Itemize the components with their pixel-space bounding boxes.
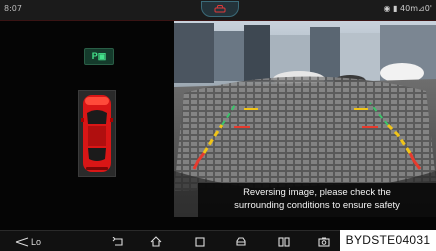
notification-pull-tab[interactable] xyxy=(201,1,239,17)
recents-icon xyxy=(195,236,205,247)
home-icon xyxy=(150,236,162,247)
car-settings-icon xyxy=(236,237,246,246)
notice-line-1: Reversing image, please check the xyxy=(243,187,391,198)
status-bar: 8:07 ◉ ▮ 40m⊿0' xyxy=(0,0,436,21)
reversing-safety-notice: Reversing image, please check the surrou… xyxy=(198,183,436,217)
clock: 8:07 xyxy=(4,4,22,13)
car-settings-button[interactable] xyxy=(233,234,249,249)
home-button[interactable] xyxy=(148,234,164,249)
vehicle-top-view xyxy=(78,90,116,177)
screen: 8:07 ◉ ▮ 40m⊿0' P▣ Reversing image, plea… xyxy=(0,0,436,251)
back-icon xyxy=(112,236,123,246)
fan-level-button[interactable]: Lo xyxy=(8,234,48,249)
split-screen-button[interactable] xyxy=(276,234,292,249)
notice-line-2: surrounding conditions to ensure safety xyxy=(234,200,400,211)
parking-overview-panel: P▣ xyxy=(0,21,174,230)
signal-icon: ▮ xyxy=(393,4,398,13)
fan-icon xyxy=(15,237,29,246)
wifi-icon: ◉ xyxy=(383,4,391,13)
fan-level-label: Lo xyxy=(30,236,41,247)
car-top-icon xyxy=(81,95,113,172)
status-text: 40m⊿0' xyxy=(400,4,432,13)
device-id-watermark: BYDSTE04031 xyxy=(340,230,436,251)
screenshot-icon xyxy=(318,237,330,247)
status-indicators: ◉ ▮ 40m⊿0' xyxy=(384,4,432,13)
rear-camera-view: Reversing image, please check the surrou… xyxy=(174,21,436,217)
split-screen-icon xyxy=(278,236,290,247)
back-button[interactable] xyxy=(110,234,126,249)
recents-button[interactable] xyxy=(192,234,208,249)
screenshot-button[interactable] xyxy=(316,234,332,249)
park-gear-badge: P▣ xyxy=(84,48,114,65)
car-icon xyxy=(214,5,226,13)
